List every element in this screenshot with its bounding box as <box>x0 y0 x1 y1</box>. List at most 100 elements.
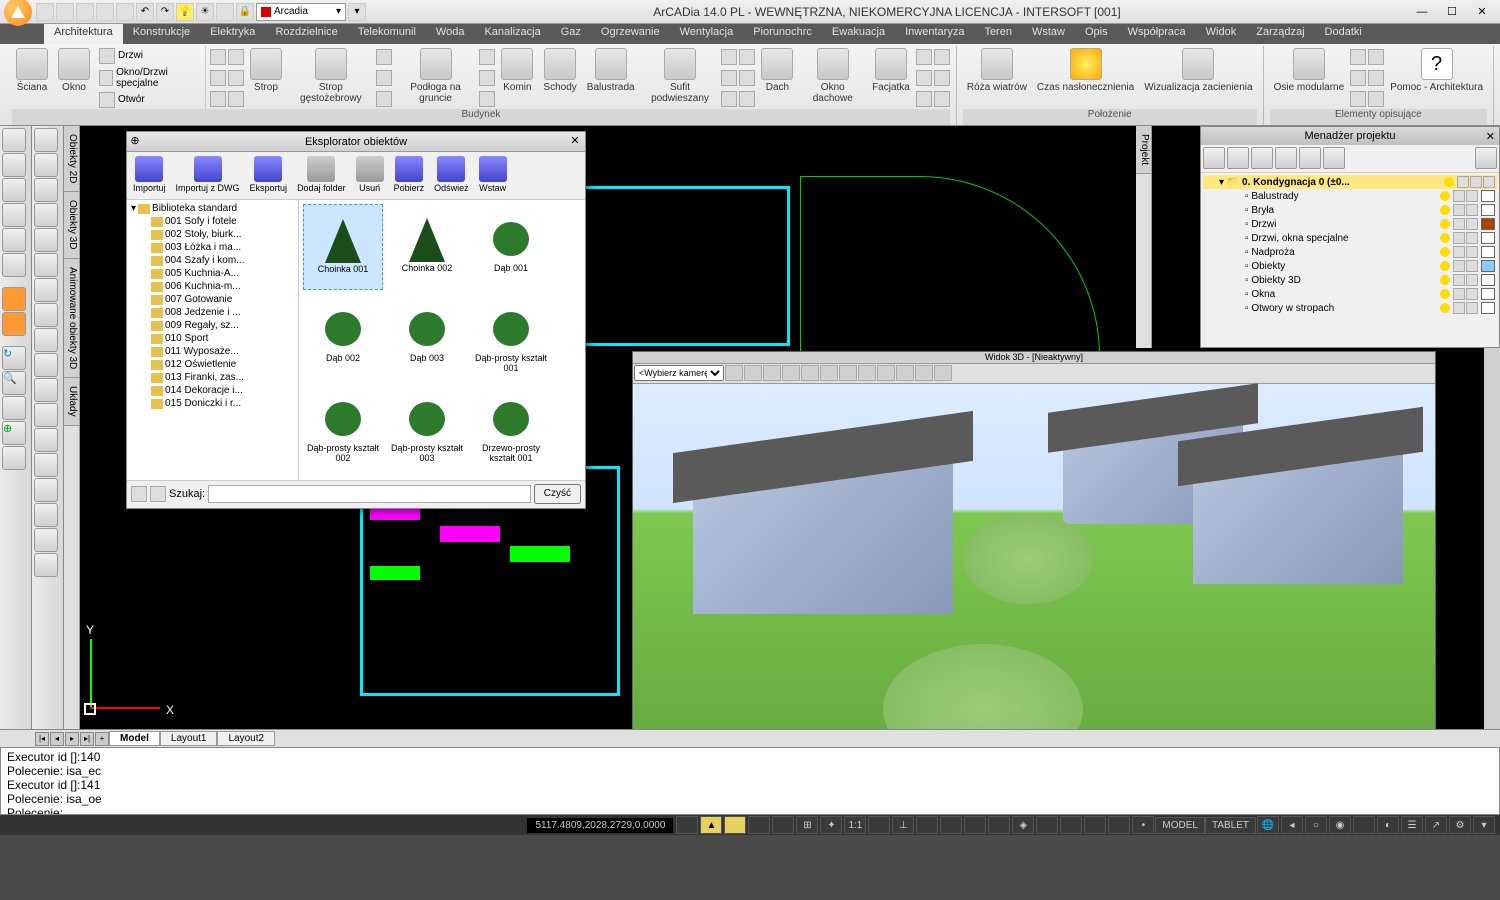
facjatka-button[interactable]: Facjatka <box>868 46 914 109</box>
folder-item[interactable]: 004 Szafy i kom... <box>129 254 296 267</box>
drawing-canvas[interactable]: Y X ⊕ Eksplorator obiektów ✕ ImportujImp… <box>80 126 1500 729</box>
explorer-close-icon[interactable]: ✕ <box>567 134 583 150</box>
tab-add[interactable]: + <box>95 732 109 746</box>
sb-snap-9[interactable] <box>868 816 890 834</box>
view-3d-panel[interactable]: Widok 3D - [Nieaktywny] <Wybierz kamerę> <box>632 351 1436 729</box>
ltb2-12[interactable] <box>34 403 58 427</box>
folder-item[interactable]: 011 Wyposaże... <box>129 345 296 358</box>
ltb-4[interactable] <box>2 203 26 227</box>
strop-small-3[interactable] <box>376 91 392 107</box>
object-item[interactable]: Dąb 002 <box>303 294 383 380</box>
ltb2-11[interactable] <box>34 378 58 402</box>
tab-next[interactable]: ▸ <box>65 732 79 746</box>
pm-layer[interactable]: ▫ Drzwi, okna specjalne <box>1203 231 1497 245</box>
menu-ogrzewanie[interactable]: Ogrzewanie <box>591 24 670 44</box>
exp-tb-Eksportuj[interactable]: Eksportuj <box>248 154 290 197</box>
exp-tb-Odśwież[interactable]: Odśwież <box>432 154 471 197</box>
folder-item[interactable]: 007 Gotowanie <box>129 293 296 306</box>
folder-item[interactable]: 014 Dekoracje i... <box>129 384 296 397</box>
folder-item[interactable]: 001 Sofy i fotele <box>129 215 296 228</box>
sb-end-5[interactable]: ◐ <box>1377 816 1399 834</box>
ltb2-6[interactable] <box>34 253 58 277</box>
sufit-s4[interactable] <box>739 49 755 65</box>
ltb-7[interactable] <box>2 287 26 311</box>
pm-root[interactable]: ▾ 📁 0. Kondygnacja 0 (±0... <box>1203 175 1497 189</box>
v3b-10[interactable] <box>896 365 914 381</box>
exp-tb-Wstaw[interactable]: Wstaw <box>477 154 509 197</box>
clear-button[interactable]: Czyść <box>534 484 581 504</box>
el-s2[interactable] <box>1350 70 1366 86</box>
tab-first[interactable]: |◂ <box>35 732 49 746</box>
sufit-button[interactable]: Sufit podwieszany <box>641 46 720 109</box>
menu-wstaw[interactable]: Wstaw <box>1022 24 1075 44</box>
vtab-project[interactable]: Projekt <box>1136 126 1151 174</box>
menu-elektryka[interactable]: Elektryka <box>200 24 265 44</box>
ltb2-16[interactable] <box>34 503 58 527</box>
small-tool-2[interactable] <box>228 49 244 65</box>
menu-gaz[interactable]: Gaz <box>551 24 591 44</box>
folder-item[interactable]: 012 Oświetlenie <box>129 358 296 371</box>
pm-layer[interactable]: ▫ Okna <box>1203 287 1497 301</box>
el-s1[interactable] <box>1350 49 1366 65</box>
v3b-9[interactable] <box>877 365 895 381</box>
qat-sun-icon[interactable]: ☀ <box>196 3 214 21</box>
qat-open-icon[interactable] <box>56 3 74 21</box>
sb-end-8[interactable]: ⚙ <box>1449 816 1471 834</box>
qat-new-icon[interactable] <box>36 3 54 21</box>
sb-snap-18[interactable] <box>1084 816 1106 834</box>
ltb-6[interactable] <box>2 253 26 277</box>
ltb-home[interactable] <box>2 446 26 470</box>
qat-bulb-icon[interactable]: 💡 <box>176 3 194 21</box>
pm-tb-7[interactable] <box>1475 147 1497 169</box>
vtab-Układy[interactable]: Układy <box>64 378 79 426</box>
sb-snap-19[interactable] <box>1108 816 1130 834</box>
pm-close-icon[interactable]: ✕ <box>1486 130 1495 143</box>
podloga-button[interactable]: Podłoga na gruncie <box>394 46 478 109</box>
search-opt-1[interactable] <box>131 486 147 502</box>
dach-button[interactable]: Dach <box>757 46 797 109</box>
ltb2-9[interactable] <box>34 328 58 352</box>
ltb-3[interactable] <box>2 178 26 202</box>
pm-tb-2[interactable] <box>1227 147 1249 169</box>
tab-last[interactable]: ▸| <box>80 732 94 746</box>
exp-tb-Pobierz[interactable]: Pobierz <box>392 154 427 197</box>
podloga-small-3[interactable] <box>479 91 495 107</box>
menu-zarządzaj[interactable]: Zarządzaj <box>1246 24 1314 44</box>
ltb2-17[interactable] <box>34 528 58 552</box>
layout-tab-Layout2[interactable]: Layout2 <box>217 731 275 746</box>
podloga-small-1[interactable] <box>479 49 495 65</box>
sb-end-7[interactable]: ↗ <box>1425 816 1447 834</box>
pomoc-button[interactable]: ?Pomoc - Architektura <box>1386 46 1487 109</box>
small-tool-5[interactable] <box>210 91 226 107</box>
el-s3[interactable] <box>1350 91 1366 107</box>
menu-współpraca[interactable]: Współpraca <box>1118 24 1196 44</box>
qat-save-icon[interactable] <box>76 3 94 21</box>
sb-snap-4[interactable] <box>748 816 770 834</box>
menu-teren[interactable]: Teren <box>974 24 1022 44</box>
sb-end-6[interactable]: ☰ <box>1401 816 1423 834</box>
folder-item[interactable]: 010 Sport <box>129 332 296 345</box>
strop-button[interactable]: Strop <box>246 46 286 109</box>
ltb-refresh[interactable]: ↻ <box>2 346 26 370</box>
wiz-button[interactable]: Wizualizacja zacienienia <box>1140 46 1256 109</box>
object-item[interactable]: Dąb-prosty kształt 002 <box>303 384 383 470</box>
dach-s1[interactable] <box>916 49 932 65</box>
menu-piorunochrc[interactable]: Piorunochrc <box>743 24 822 44</box>
exp-tb-Importuj[interactable]: Importuj <box>131 154 168 197</box>
menu-woda[interactable]: Woda <box>426 24 475 44</box>
dach-s3[interactable] <box>916 91 932 107</box>
menu-kanalizacja[interactable]: Kanalizacja <box>474 24 550 44</box>
ltb2-7[interactable] <box>34 278 58 302</box>
maximize-button[interactable]: ☐ <box>1438 2 1466 22</box>
explorer-grid[interactable]: Choinka 001Choinka 002Dąb 001Dąb 002Dąb … <box>299 200 585 480</box>
layout-tab-Layout1[interactable]: Layout1 <box>160 731 218 746</box>
object-item[interactable]: Choinka 001 <box>303 204 383 290</box>
vtab-Obiekty 3D[interactable]: Obiekty 3D <box>64 192 79 258</box>
pm-layer[interactable]: ▫ Otwory w stropach <box>1203 301 1497 315</box>
menu-konstrukcje[interactable]: Konstrukcje <box>123 24 200 44</box>
sb-tablet[interactable]: TABLET <box>1205 817 1256 834</box>
pm-layer[interactable]: ▫ Obiekty <box>1203 259 1497 273</box>
otwor-button[interactable]: Otwór <box>96 91 203 109</box>
sufit-s5[interactable] <box>739 70 755 86</box>
folder-item[interactable]: 005 Kuchnia-A... <box>129 267 296 280</box>
